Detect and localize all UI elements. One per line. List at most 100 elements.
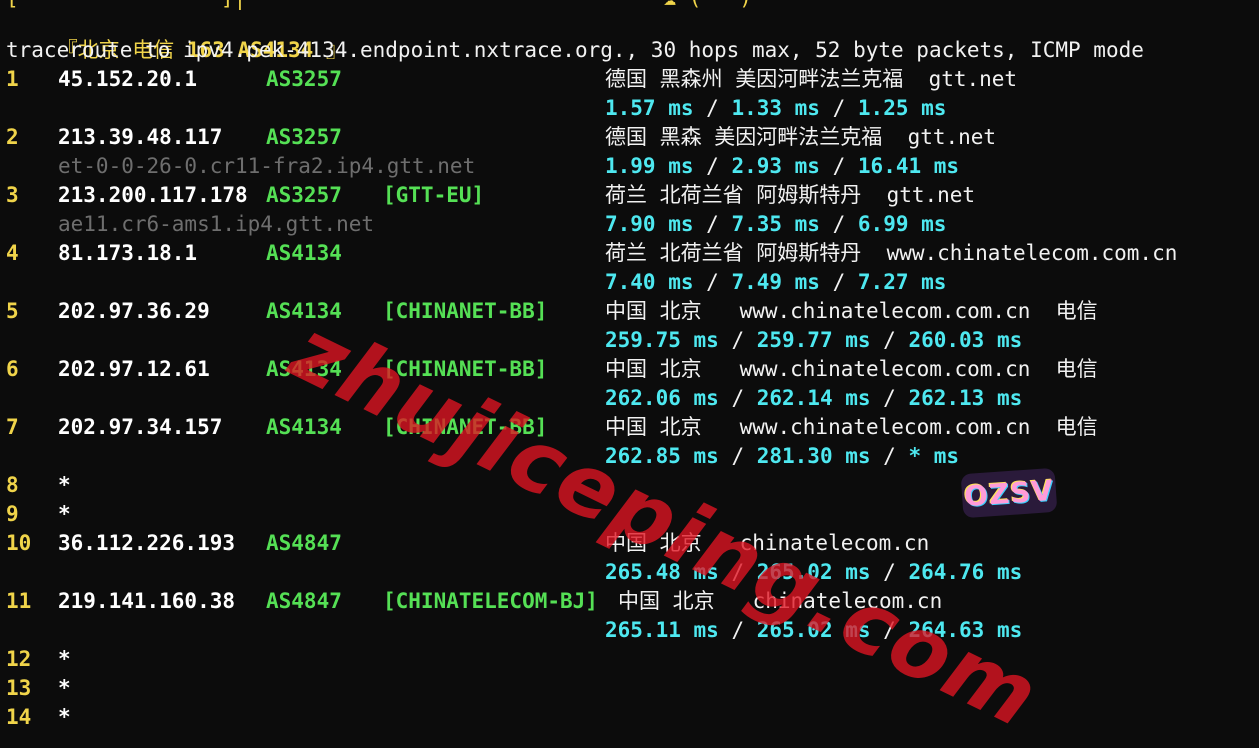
hop-number: 3 — [6, 183, 19, 207]
hop-ip: * — [58, 647, 71, 671]
ozsv-logo: OZSV — [960, 467, 1058, 519]
rtt-separator: / — [693, 96, 732, 120]
hop-rtt: 1.99 ms / 2.93 ms / 16.41 ms — [605, 152, 959, 181]
hop-rdns: et-0-0-26-0.cr11-fra2.ip4.gtt.net — [58, 154, 476, 178]
hop-asn: AS4134 — [266, 241, 342, 265]
hop-rtt: 7.40 ms / 7.49 ms / 7.27 ms — [605, 268, 946, 297]
hop-row: 13 * — [6, 674, 1259, 703]
hop-ip: 219.141.160.38 — [58, 589, 236, 613]
rtt-value: 7.49 ms — [731, 270, 820, 294]
rtt-separator: / — [718, 444, 757, 468]
hop-number: 4 — [6, 241, 19, 265]
hop-ip: 36.112.226.193 — [58, 531, 236, 555]
hop-number: 6 — [6, 357, 19, 381]
hop-number: 8 — [6, 473, 19, 497]
hop-geo: 中国 北京 www.chinatelecom.com.cn 电信 — [605, 357, 1098, 381]
hop-row: 11 219.141.160.38 AS4847 [CHINATELECOM-BJ] 中… — [6, 587, 1259, 616]
hop-ip: * — [58, 676, 71, 700]
rtt-value: 1.25 ms — [857, 96, 947, 120]
location-header: 『北京 电信 163 AS4134 』 — [6, 7, 347, 62]
hop-number: 1 — [6, 67, 19, 91]
rtt-separator: / — [870, 328, 909, 352]
rtt-separator: / — [870, 444, 909, 468]
rtt-value: 7.27 ms — [857, 270, 947, 294]
rtt-value: 1.57 ms — [605, 96, 694, 120]
rtt-value: 281.30 ms — [756, 444, 871, 468]
hop-ip: 202.97.36.29 — [58, 299, 210, 323]
hop-number: 12 — [6, 647, 32, 671]
hop-number: 5 — [6, 299, 19, 323]
hop-number: 9 — [6, 502, 19, 526]
hop-ip: 213.39.48.117 — [58, 125, 223, 149]
hop-row: 5 202.97.36.29 AS4134 [CHINANET-BB] 中国 北京 ww… — [6, 297, 1259, 326]
rtt-value: 1.33 ms — [731, 96, 820, 120]
hop-number: 11 — [6, 589, 32, 613]
hop-geo: 荷兰 北荷兰省 阿姆斯特丹 gtt.net — [605, 183, 976, 207]
hop-rtt: 262.06 ms / 262.14 ms / 262.13 ms — [605, 384, 1022, 413]
hop-detail-row: ae11.cr6-ams1.ip4.gtt.net 7.90 ms / 7.35 … — [6, 210, 1259, 239]
rtt-value: 259.77 ms — [756, 328, 871, 352]
hop-row: 4 81.173.18.1 AS4134 荷兰 北荷兰省 阿姆斯特丹 www.chin… — [6, 239, 1259, 268]
hop-detail-row: 265.11 ms / 265.02 ms / 264.63 ms — [6, 616, 1259, 645]
rtt-separator: / — [693, 270, 732, 294]
rtt-separator: / — [718, 386, 757, 410]
terminal[interactable]: [ ]| ☁ ( ) 『北京 电信 163 AS4134 』 tracerout… — [6, 0, 1259, 729]
hop-detail-row: et-0-0-26-0.cr11-fra2.ip4.gtt.net 1.99 ms… — [6, 152, 1259, 181]
rtt-value: 6.99 ms — [857, 212, 947, 236]
hop-row: 2 213.39.48.117 AS3257 德国 黑森 美因河畔法兰克福 gtt.n… — [6, 123, 1259, 152]
hop-tag: [GTT-EU] — [383, 183, 485, 207]
rtt-value: 7.40 ms — [605, 270, 694, 294]
hop-tag: [CHINANET-BB] — [383, 299, 548, 323]
hop-row: 7 202.97.34.157 AS4134 [CHINANET-BB] 中国 北京 w… — [6, 413, 1259, 442]
rtt-value: 260.03 ms — [908, 328, 1023, 352]
hop-ip: 81.173.18.1 — [58, 241, 198, 265]
rtt-separator: / — [819, 212, 858, 236]
rtt-value: 259.75 ms — [605, 328, 719, 352]
hop-geo: 德国 黑森 美因河畔法兰克福 gtt.net — [605, 125, 997, 149]
hop-ip: 213.200.117.178 — [58, 183, 248, 207]
traceroute-command: traceroute to ipv4.pek-4134.endpoint.nxt… — [6, 38, 1144, 62]
hop-rdns: ae11.cr6-ams1.ip4.gtt.net — [58, 212, 375, 236]
hop-row: 3 213.200.117.178 AS3257 [GTT-EU] 荷兰 北荷兰省 阿姆… — [6, 181, 1259, 210]
rtt-separator: / — [819, 96, 858, 120]
hop-geo: 德国 黑森州 美因河畔法兰克福 gtt.net — [605, 67, 1018, 91]
rtt-value: 1.99 ms — [605, 154, 694, 178]
hop-asn: AS4847 — [266, 531, 342, 555]
hop-detail-row: 1.57 ms / 1.33 ms / 1.25 ms — [6, 94, 1259, 123]
hop-rtt: 7.90 ms / 7.35 ms / 6.99 ms — [605, 210, 946, 239]
rtt-separator: / — [693, 154, 732, 178]
hop-number: 14 — [6, 705, 32, 729]
rtt-value: 262.13 ms — [908, 386, 1023, 410]
hop-ip: * — [58, 502, 71, 526]
hop-asn: AS4134 — [266, 415, 342, 439]
rtt-separator: / — [693, 212, 732, 236]
hop-tag: [CHINATELECOM-BJ] — [383, 589, 598, 613]
hop-number: 2 — [6, 125, 19, 149]
hop-number: 7 — [6, 415, 19, 439]
hop-geo: 中国 北京 www.chinatelecom.com.cn 电信 — [605, 415, 1098, 439]
hop-row: 6 202.97.12.61 AS4134 [CHINANET-BB] 中国 北京 ww… — [6, 355, 1259, 384]
hop-asn: AS3257 — [266, 125, 342, 149]
hop-ip: 202.97.34.157 — [58, 415, 223, 439]
hop-row: 14 * — [6, 703, 1259, 732]
hop-asn: AS3257 — [266, 67, 342, 91]
rtt-value: 262.06 ms — [605, 386, 719, 410]
rtt-separator: / — [819, 154, 858, 178]
hop-detail-row: 259.75 ms / 259.77 ms / 260.03 ms — [6, 326, 1259, 355]
hop-ip: * — [58, 705, 71, 729]
hop-ip: 45.152.20.1 — [58, 67, 198, 91]
rtt-value: 264.76 ms — [908, 560, 1023, 584]
hop-asn: AS4847 — [266, 589, 342, 613]
hop-ip: * — [58, 473, 71, 497]
rtt-value: 7.90 ms — [605, 212, 694, 236]
rtt-value: 265.11 ms — [605, 618, 719, 642]
rtt-value: * ms — [908, 444, 960, 468]
rtt-value: 2.93 ms — [731, 154, 820, 178]
hop-geo: 荷兰 北荷兰省 阿姆斯特丹 www.chinatelecom.com.cn — [605, 241, 1178, 265]
rtt-separator: / — [819, 270, 858, 294]
hop-rtt: 1.57 ms / 1.33 ms / 1.25 ms — [605, 94, 946, 123]
rtt-separator: / — [718, 328, 757, 352]
hop-detail-row: 262.06 ms / 262.14 ms / 262.13 ms — [6, 384, 1259, 413]
rtt-separator: / — [870, 386, 909, 410]
hop-row: 12 * — [6, 645, 1259, 674]
